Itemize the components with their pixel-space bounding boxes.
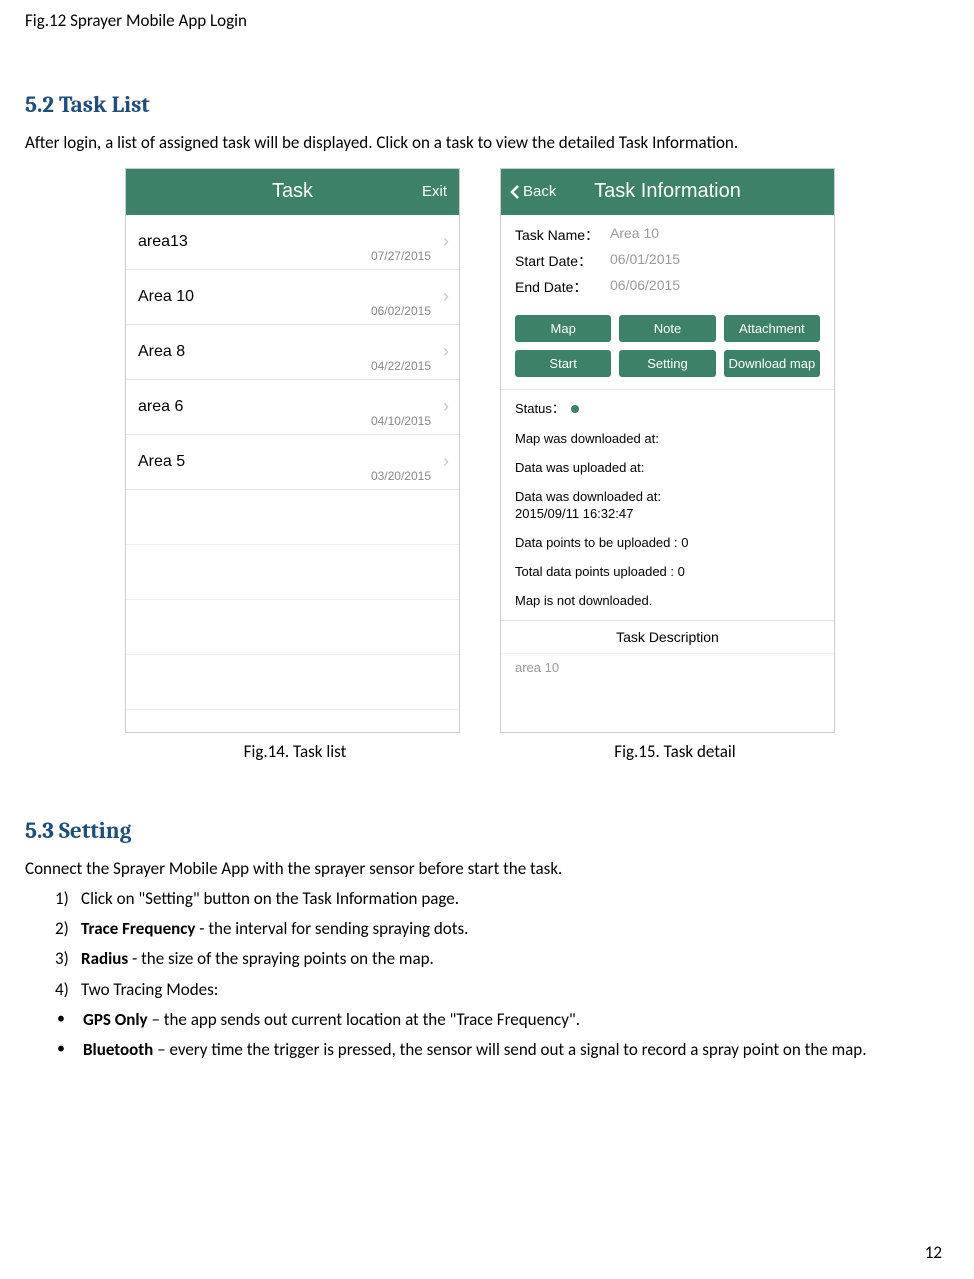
heading-5-3: 5.3 Setting xyxy=(25,817,949,844)
task-row-name: Area 10 xyxy=(138,288,194,306)
mode-gps: GPS Only – the app sends out current loc… xyxy=(57,1006,949,1033)
exit-link[interactable]: Exit xyxy=(422,183,447,200)
setting-steps-list: 1)Click on "Setting" button on the Task … xyxy=(55,885,949,1003)
chevron-right-icon: › xyxy=(443,451,449,472)
task-row-name: Area 5 xyxy=(138,453,185,471)
intro-5-3: Connect the Sprayer Mobile App with the … xyxy=(25,856,949,882)
chevron-right-icon: › xyxy=(443,286,449,307)
chevron-right-icon: › xyxy=(443,396,449,417)
task-row[interactable]: Area 10 06/02/2015 › xyxy=(126,270,459,325)
task-name-value: Area 10 xyxy=(610,225,659,245)
task-list-title: Task xyxy=(272,180,313,203)
task-info-title: Task Information xyxy=(594,180,741,203)
task-row-date: 04/10/2015 xyxy=(371,414,431,428)
status-label: Status： xyxy=(515,401,565,416)
task-name-label: Task Name： xyxy=(515,225,610,245)
task-row-date: 04/22/2015 xyxy=(371,359,431,373)
end-date-label: End Date： xyxy=(515,277,610,297)
note-button[interactable]: Note xyxy=(619,315,715,342)
start-button[interactable]: Start xyxy=(515,350,611,377)
task-row-date: 03/20/2015 xyxy=(371,469,431,483)
task-row-name: Area 8 xyxy=(138,343,185,361)
task-row[interactable]: Area 8 04/22/2015 › xyxy=(126,325,459,380)
figure-caption-14: Fig.14. Task list xyxy=(125,741,465,762)
start-date-label: Start Date： xyxy=(515,251,610,271)
task-description-header: Task Description xyxy=(501,620,834,653)
task-row-name: area13 xyxy=(138,233,188,251)
download-map-button[interactable]: Download map xyxy=(724,350,820,377)
task-list-header: Task Exit xyxy=(126,169,459,215)
to-upload-line: Data points to be uploaded : 0 xyxy=(515,535,820,550)
step-2: 2)Trace Frequency - the interval for sen… xyxy=(55,915,949,942)
intro-5-2: After login, a list of assigned task wil… xyxy=(25,130,949,156)
data-uploaded-line: Data was uploaded at: xyxy=(515,460,820,475)
figure-caption-12: Fig.12 Sprayer Mobile App Login xyxy=(25,10,949,31)
total-uploaded-line: Total data points uploaded : 0 xyxy=(515,564,820,579)
map-downloaded-line: Map was downloaded at: xyxy=(515,431,820,446)
step-4: 4)Two Tracing Modes: xyxy=(55,976,949,1003)
task-info-header: Back Task Information xyxy=(501,169,834,215)
tracing-modes-list: GPS Only – the app sends out current loc… xyxy=(57,1006,949,1063)
end-date-value: 06/06/2015 xyxy=(610,277,680,297)
data-downloaded-label: Data was downloaded at: xyxy=(515,489,820,504)
step-3: 3)Radius - the size of the spraying poin… xyxy=(55,945,949,972)
figures-row: Task Exit area13 07/27/2015 › Area 10 06/02/… xyxy=(125,168,949,733)
setting-button[interactable]: Setting xyxy=(619,350,715,377)
task-list-screenshot: Task Exit area13 07/27/2015 › Area 10 06/02/… xyxy=(125,168,460,733)
chevron-left-icon xyxy=(509,184,521,200)
start-date-value: 06/01/2015 xyxy=(610,251,680,271)
map-not-downloaded-line: Map is not downloaded. xyxy=(515,593,820,608)
task-row-name: area 6 xyxy=(138,398,183,416)
attachment-button[interactable]: Attachment xyxy=(724,315,820,342)
back-label: Back xyxy=(523,183,556,200)
task-row[interactable]: area 6 04/10/2015 › xyxy=(126,380,459,435)
map-button[interactable]: Map xyxy=(515,315,611,342)
task-description-body: area 10 xyxy=(501,653,834,681)
step-1: 1)Click on "Setting" button on the Task … xyxy=(55,885,949,912)
status-dot-icon xyxy=(571,405,579,413)
figure-caption-15: Fig.15. Task detail xyxy=(505,741,845,762)
task-row-date: 07/27/2015 xyxy=(371,249,431,263)
mode-bluetooth: Bluetooth – every time the trigger is pr… xyxy=(57,1036,949,1063)
page-number: 12 xyxy=(925,1242,942,1263)
task-row[interactable]: area13 07/27/2015 › xyxy=(126,215,459,270)
heading-5-2: 5.2 Task List xyxy=(25,91,949,118)
task-row[interactable]: Area 5 03/20/2015 › xyxy=(126,435,459,490)
task-info-screenshot: Back Task Information Task Name：Area 10 … xyxy=(500,168,835,733)
chevron-right-icon: › xyxy=(443,231,449,252)
chevron-right-icon: › xyxy=(443,341,449,362)
back-button[interactable]: Back xyxy=(509,183,556,200)
data-downloaded-time: 2015/09/11 16:32:47 xyxy=(515,506,820,521)
task-row-date: 06/02/2015 xyxy=(371,304,431,318)
